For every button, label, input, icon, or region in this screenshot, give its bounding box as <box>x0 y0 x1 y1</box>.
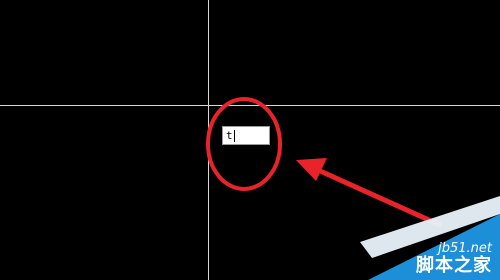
cad-drawing-viewport[interactable]: t jb51.net 脚本之家 <box>0 0 500 280</box>
watermark-site-name: 脚本之家 <box>416 255 492 276</box>
pointer-arrow-shaft <box>315 167 443 228</box>
highlight-ellipse <box>206 97 282 191</box>
annotation-overlay <box>206 97 500 280</box>
